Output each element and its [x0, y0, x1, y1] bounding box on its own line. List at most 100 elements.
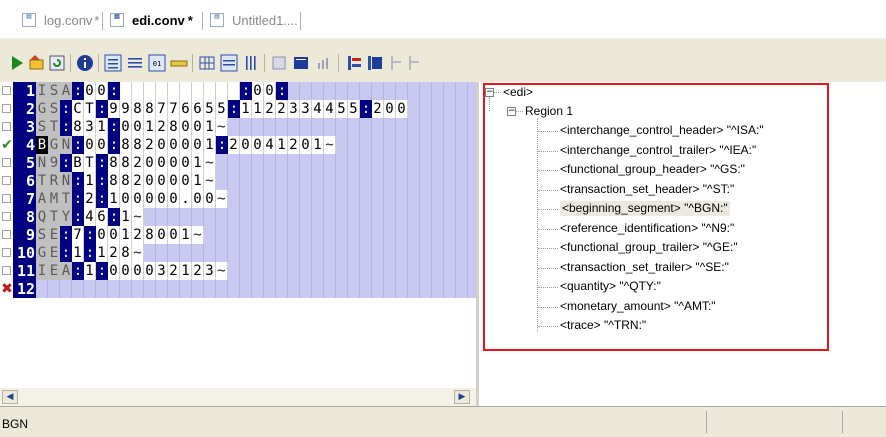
- empty-cell[interactable]: [156, 280, 168, 298]
- value-cell[interactable]: 0: [96, 82, 108, 100]
- empty-cell[interactable]: [132, 280, 144, 298]
- empty-cell[interactable]: [456, 190, 468, 208]
- value-cell[interactable]: 0: [300, 136, 312, 154]
- element-separator[interactable]: :: [84, 226, 96, 244]
- empty-cell[interactable]: [420, 208, 432, 226]
- empty-cell[interactable]: [372, 208, 384, 226]
- value-cell[interactable]: 2: [288, 136, 300, 154]
- value-cell[interactable]: 3: [288, 100, 300, 118]
- empty-cell[interactable]: [468, 226, 476, 244]
- empty-cell[interactable]: [372, 82, 384, 100]
- empty-cell[interactable]: [324, 208, 336, 226]
- empty-cell[interactable]: [276, 208, 288, 226]
- empty-cell[interactable]: [228, 154, 240, 172]
- empty-cell[interactable]: [336, 280, 348, 298]
- empty-cell[interactable]: [468, 136, 476, 154]
- empty-cell[interactable]: [96, 280, 108, 298]
- refresh-icon[interactable]: [48, 54, 66, 72]
- value-cell[interactable]: 1: [192, 172, 204, 190]
- empty-cell[interactable]: [384, 280, 396, 298]
- value-cell[interactable]: 1: [240, 100, 252, 118]
- segment-cell[interactable]: T: [36, 172, 48, 190]
- info-icon[interactable]: [76, 54, 94, 72]
- grid-row[interactable]: 5 N 9: B T:8 8 2 0 0 0 0 1 ~: [0, 154, 476, 172]
- value-cell[interactable]: 7: [168, 100, 180, 118]
- empty-cell[interactable]: [360, 262, 372, 280]
- value-cell[interactable]: 2: [264, 100, 276, 118]
- empty-cell[interactable]: [324, 190, 336, 208]
- empty-cell[interactable]: [216, 208, 228, 226]
- empty-cell[interactable]: [204, 244, 216, 262]
- empty-cell[interactable]: [384, 226, 396, 244]
- empty-cell[interactable]: [324, 280, 336, 298]
- empty-cell[interactable]: [240, 262, 252, 280]
- value-cell[interactable]: 8: [72, 118, 84, 136]
- value-cell[interactable]: 0: [192, 190, 204, 208]
- value-cell[interactable]: 4: [264, 136, 276, 154]
- empty-cell[interactable]: [468, 262, 476, 280]
- value-cell[interactable]: 2: [372, 100, 384, 118]
- value-cell[interactable]: 7: [156, 100, 168, 118]
- element-separator[interactable]: :: [60, 244, 72, 262]
- empty-cell[interactable]: [408, 208, 420, 226]
- empty-cell[interactable]: [264, 172, 276, 190]
- element-separator[interactable]: :: [276, 82, 288, 100]
- empty-cell[interactable]: [408, 154, 420, 172]
- element-separator[interactable]: :: [60, 118, 72, 136]
- empty-cell[interactable]: [336, 244, 348, 262]
- value-cell[interactable]: 4: [84, 208, 96, 226]
- empty-cell[interactable]: [444, 280, 456, 298]
- segment-cell[interactable]: M: [48, 190, 60, 208]
- value-cell[interactable]: 8: [144, 100, 156, 118]
- empty-cell[interactable]: [252, 172, 264, 190]
- value-cell[interactable]: 5: [216, 100, 228, 118]
- empty-cell[interactable]: [48, 280, 60, 298]
- empty-cell[interactable]: [348, 262, 360, 280]
- scroll-left-icon[interactable]: ◀: [2, 390, 18, 404]
- empty-cell[interactable]: [216, 172, 228, 190]
- grid-row[interactable]: 2GS:CT:9988776655:1122334455:200: [0, 100, 476, 118]
- empty-cell[interactable]: [84, 280, 96, 298]
- segment-terminator[interactable]: ~: [216, 190, 228, 208]
- empty-cell[interactable]: [396, 208, 408, 226]
- value-cell[interactable]: 0: [192, 118, 204, 136]
- value-cell[interactable]: 0: [120, 118, 132, 136]
- value-cell[interactable]: 2: [108, 244, 120, 262]
- empty-cell[interactable]: [408, 100, 420, 118]
- column-bars-icon[interactable]: [242, 54, 260, 72]
- segment-cell[interactable]: Q: [36, 208, 48, 226]
- empty-cell[interactable]: [312, 118, 324, 136]
- segment-cell[interactable]: G: [36, 244, 48, 262]
- empty-cell[interactable]: [360, 244, 372, 262]
- value-cell[interactable]: 6: [96, 208, 108, 226]
- value-cell[interactable]: 0: [156, 172, 168, 190]
- value-cell[interactable]: .: [180, 190, 192, 208]
- empty-cell[interactable]: [468, 82, 476, 100]
- value-cell[interactable]: 0: [96, 226, 108, 244]
- empty-cell[interactable]: [372, 280, 384, 298]
- value-cell[interactable]: B: [72, 154, 84, 172]
- empty-cell[interactable]: [432, 82, 444, 100]
- empty-cell[interactable]: [192, 244, 204, 262]
- empty-cell[interactable]: [168, 208, 180, 226]
- empty-cell[interactable]: [444, 136, 456, 154]
- empty-cell[interactable]: [240, 226, 252, 244]
- empty-cell[interactable]: [120, 280, 132, 298]
- row-checkbox[interactable]: [2, 86, 11, 95]
- value-cell[interactable]: 0: [132, 190, 144, 208]
- empty-cell[interactable]: [408, 136, 420, 154]
- segment-cell[interactable]: I: [36, 262, 48, 280]
- empty-cell[interactable]: [360, 118, 372, 136]
- empty-cell[interactable]: [396, 118, 408, 136]
- empty-cell[interactable]: [456, 244, 468, 262]
- empty-cell[interactable]: [312, 208, 324, 226]
- empty-cell[interactable]: [276, 190, 288, 208]
- value-cell[interactable]: 0: [156, 226, 168, 244]
- empty-cell[interactable]: [300, 280, 312, 298]
- empty-cell[interactable]: [432, 226, 444, 244]
- empty-cell[interactable]: [252, 154, 264, 172]
- empty-cell[interactable]: [204, 208, 216, 226]
- empty-cell[interactable]: [300, 82, 312, 100]
- empty-cell[interactable]: [348, 244, 360, 262]
- segment-cell[interactable]: N: [60, 136, 72, 154]
